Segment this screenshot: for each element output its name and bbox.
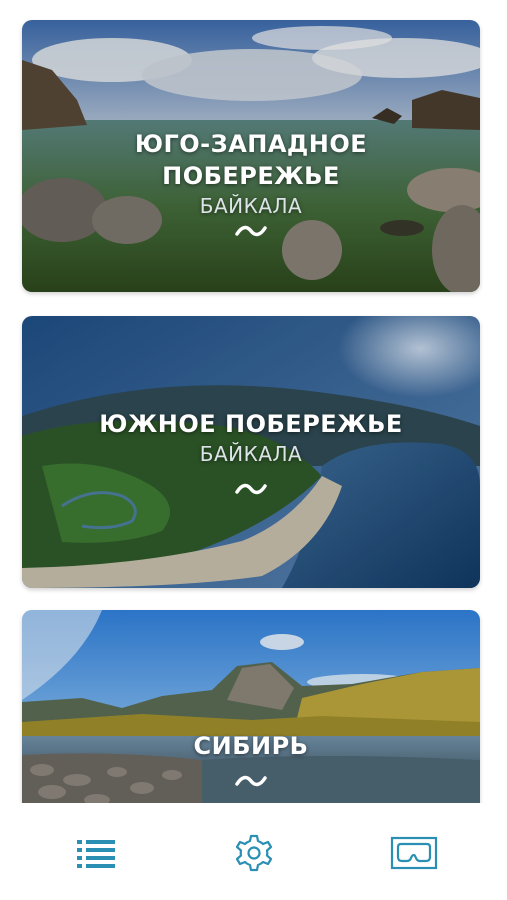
tour-card-southwest-coast[interactable]: ЮГО-ЗАПАДНОЕ ПОБЕРЕЖЬЕ БАЙКАЛА — [22, 20, 480, 292]
tour-subtitle: БАЙКАЛА — [199, 194, 303, 218]
tour-card-caption: ЮГО-ЗАПАДНОЕ ПОБЕРЕЖЬЕ БАЙКАЛА — [22, 128, 480, 238]
bottom-tab-bar — [0, 803, 507, 900]
tab-vr[interactable] — [386, 829, 442, 877]
vr-headset-icon — [390, 836, 438, 870]
tour-title: СИБИРЬ — [193, 732, 309, 760]
tour-card-siberia[interactable]: СИБИРЬ — [22, 610, 480, 803]
tour-title-line2: ПОБЕРЕЖЬЕ — [162, 162, 340, 190]
gear-icon — [235, 834, 273, 872]
tab-list[interactable] — [68, 829, 124, 877]
tour-subtitle: БАЙКАЛА — [199, 442, 303, 466]
tab-settings[interactable] — [226, 829, 282, 877]
tour-card-caption: СИБИРЬ — [22, 730, 480, 788]
tour-title: ЮГО-ЗАПАДНОЕ — [134, 130, 368, 158]
tour-card-caption: ЮЖНОЕ ПОБЕРЕЖЬЕ БАЙКАЛА — [22, 408, 480, 496]
tilde-icon — [235, 225, 267, 237]
list-icon — [77, 840, 115, 868]
tour-title: ЮЖНОЕ ПОБЕРЕЖЬЕ — [99, 410, 403, 438]
tour-list[interactable]: ЮГО-ЗАПАДНОЕ ПОБЕРЕЖЬЕ БАЙКАЛА ЮЖНОЕ ПОБ… — [0, 0, 507, 803]
tilde-icon — [235, 483, 267, 495]
tilde-icon — [235, 775, 267, 787]
tour-card-south-coast[interactable]: ЮЖНОЕ ПОБЕРЕЖЬЕ БАЙКАЛА — [22, 316, 480, 588]
app-screen: ЮГО-ЗАПАДНОЕ ПОБЕРЕЖЬЕ БАЙКАЛА ЮЖНОЕ ПОБ… — [0, 0, 507, 900]
